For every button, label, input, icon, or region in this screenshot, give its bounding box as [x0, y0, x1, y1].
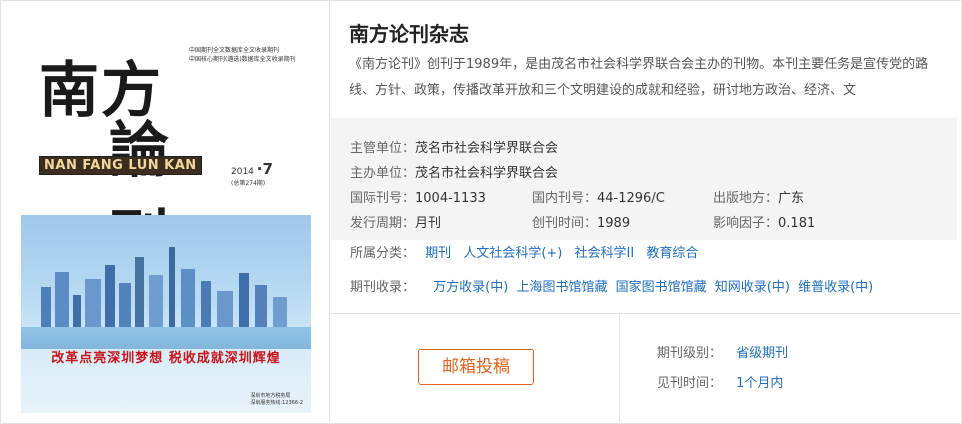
cover-subtitle: 中国期刊全文数据库全文收录期刊 中国核心期刊(遴选)数据库全文收录期刊	[189, 46, 309, 64]
level-value: 省级期刊	[736, 346, 789, 361]
sponsor-row: 主办单位：茂名市社会科学界联合会	[350, 162, 558, 181]
category-link[interactable]: 教育综合	[646, 246, 698, 261]
sponsor-label: 主办单位：	[350, 166, 416, 181]
indexing-link[interactable]: 万方收录(中)	[433, 280, 508, 295]
category-link[interactable]: 期刊	[425, 246, 451, 261]
cover-issue-total: (总第274期)	[231, 180, 266, 187]
cover-footer-line2: 深圳服务热线:12366-2	[250, 400, 303, 406]
issn-label: 国际刊号：	[350, 191, 416, 206]
cover-issue-year: 2014	[231, 167, 254, 177]
founded-value: 1989	[597, 216, 631, 231]
cover-issue: 2014 ·7 (总第274期)	[231, 160, 273, 187]
section-divider	[331, 313, 960, 314]
journal-title[interactable]: 南方论刊杂志	[349, 18, 469, 47]
categories-row: 所属分类： 期刊 人文社会科学(+) 社会科学II 教育综合	[350, 242, 698, 261]
category-link[interactable]: 社会科学II	[575, 246, 635, 261]
cn-row: 国内刊号：44-1296/C	[532, 187, 665, 206]
indexing-link[interactable]: 维普收录(中)	[798, 280, 873, 295]
level-label: 期刊级别：	[657, 346, 723, 361]
cover-slogan: 改革点亮深圳梦想 税收成就深圳辉煌	[51, 351, 281, 366]
cycle-label: 发行周期：	[350, 216, 416, 231]
publish-value: 1个月内	[736, 376, 784, 391]
cover-footer-line1: 深圳市地方税务局	[250, 393, 291, 399]
impact-value: 0.181	[778, 216, 816, 231]
indexing-link[interactable]: 国家图书馆馆藏	[616, 280, 707, 295]
supervisor-value: 茂名市社会科学界联合会	[415, 141, 559, 156]
indexing-link[interactable]: 知网收录(中)	[715, 280, 790, 295]
place-value: 广东	[778, 191, 805, 206]
cover-city-illustration: 改革点亮深圳梦想 税收成就深圳辉煌 深圳市地方税务局 深圳服务热线:12366-…	[21, 215, 311, 413]
cover-footer: 深圳市地方税务局 深圳服务热线:12366-2	[250, 393, 303, 407]
category-link[interactable]: 人文社会科学(+)	[463, 246, 562, 261]
cover-top: 南方 論刊 中国期刊全文数据库全文收录期刊 中国核心期刊(遴选)数据库全文收录期…	[21, 18, 311, 273]
cover-subtitle-line2: 中国核心期刊(遴选)数据库全文收录期刊	[189, 56, 296, 63]
cycle-row: 发行周期：月刊	[350, 212, 441, 231]
supervisor-row: 主管单位：茂名市社会科学界联合会	[350, 137, 558, 156]
issn-value: 1004-1133	[415, 191, 486, 206]
issn-row: 国际刊号：1004-1133	[350, 187, 486, 206]
publish-row: 见刊时间： 1个月内	[657, 372, 783, 391]
publish-label: 见刊时间：	[657, 376, 723, 391]
impact-label: 影响因子：	[713, 216, 779, 231]
place-row: 出版地方：广东	[713, 187, 804, 206]
cn-value: 44-1296/C	[597, 191, 665, 206]
supervisor-label: 主管单位：	[350, 141, 416, 156]
cover-subtitle-line1: 中国期刊全文数据库全文收录期刊	[189, 47, 280, 54]
email-submit-button[interactable]: 邮箱投稿	[418, 349, 534, 385]
cycle-value: 月刊	[415, 216, 442, 231]
cover-panel: 南方 論刊 中国期刊全文数据库全文收录期刊 中国核心期刊(遴选)数据库全文收录期…	[0, 0, 330, 422]
cn-label: 国内刊号：	[532, 191, 598, 206]
sponsor-value: 茂名市社会科学界联合会	[415, 166, 559, 181]
categories-label: 所属分类：	[350, 246, 416, 261]
place-label: 出版地方：	[713, 191, 779, 206]
cover-issue-num: ·7	[256, 160, 273, 178]
indexing-link[interactable]: 上海图书馆馆藏	[516, 280, 607, 295]
column-divider	[619, 314, 620, 422]
level-row: 期刊级别： 省级期刊	[657, 342, 788, 361]
founded-row: 创刊时间：1989	[532, 212, 630, 231]
cover-band: NAN FANG LUN KAN	[39, 156, 202, 175]
journal-description: 《南方论刊》创刊于1989年，是由茂名市社会科学界联合会主办的刊物。本刊主要任务…	[349, 57, 929, 98]
journal-cover-image[interactable]: 南方 論刊 中国期刊全文数据库全文收录期刊 中国核心期刊(遴选)数据库全文收录期…	[21, 18, 311, 413]
indexing-label: 期刊收录：	[350, 280, 416, 295]
founded-label: 创刊时间：	[532, 216, 598, 231]
indexing-row: 期刊收录： 万方收录(中) 上海图书馆馆藏 国家图书馆馆藏 知网收录(中) 维普…	[350, 276, 873, 295]
impact-row: 影响因子：0.181	[713, 212, 815, 231]
